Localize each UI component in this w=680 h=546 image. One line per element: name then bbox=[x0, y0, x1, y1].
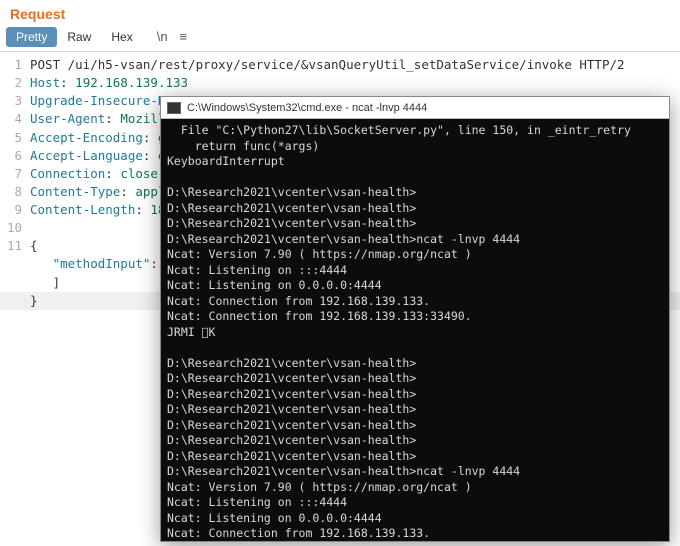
tab-hex[interactable]: Hex bbox=[101, 27, 142, 47]
cmd-icon bbox=[167, 102, 181, 114]
terminal-title: C:\Windows\System32\cmd.exe - ncat -lnvp… bbox=[187, 102, 427, 114]
line-number: 4 bbox=[0, 110, 30, 128]
code-line: 1POST /ui/h5-vsan/rest/proxy/service/&vs… bbox=[0, 56, 680, 74]
terminal-window[interactable]: C:\Windows\System32\cmd.exe - ncat -lnvp… bbox=[160, 96, 670, 542]
line-content: POST /ui/h5-vsan/rest/proxy/service/&vsa… bbox=[30, 56, 680, 74]
line-number: 10 bbox=[0, 219, 30, 237]
menu-icon[interactable]: ≡ bbox=[174, 26, 194, 47]
tab-pretty[interactable]: Pretty bbox=[6, 27, 57, 47]
newline-toggle[interactable]: \n bbox=[151, 26, 174, 47]
line-number: 5 bbox=[0, 129, 30, 147]
line-number bbox=[0, 292, 30, 310]
line-number: 9 bbox=[0, 201, 30, 219]
line-number: 2 bbox=[0, 74, 30, 92]
line-number: 7 bbox=[0, 165, 30, 183]
line-number: 1 bbox=[0, 56, 30, 74]
line-number: 6 bbox=[0, 147, 30, 165]
terminal-output: File "C:\Python27\lib\SocketServer.py", … bbox=[161, 119, 669, 541]
line-number: 11 bbox=[0, 237, 30, 255]
tab-raw[interactable]: Raw bbox=[57, 27, 101, 47]
view-toolbar: Pretty Raw Hex \n ≡ bbox=[0, 26, 680, 52]
line-number bbox=[0, 274, 30, 292]
terminal-titlebar[interactable]: C:\Windows\System32\cmd.exe - ncat -lnvp… bbox=[161, 97, 669, 119]
line-number: 8 bbox=[0, 183, 30, 201]
code-line: 2Host: 192.168.139.133 bbox=[0, 74, 680, 92]
line-number: 3 bbox=[0, 92, 30, 110]
line-content: Host: 192.168.139.133 bbox=[30, 74, 680, 92]
line-number bbox=[0, 255, 30, 273]
panel-title: Request bbox=[0, 0, 680, 26]
